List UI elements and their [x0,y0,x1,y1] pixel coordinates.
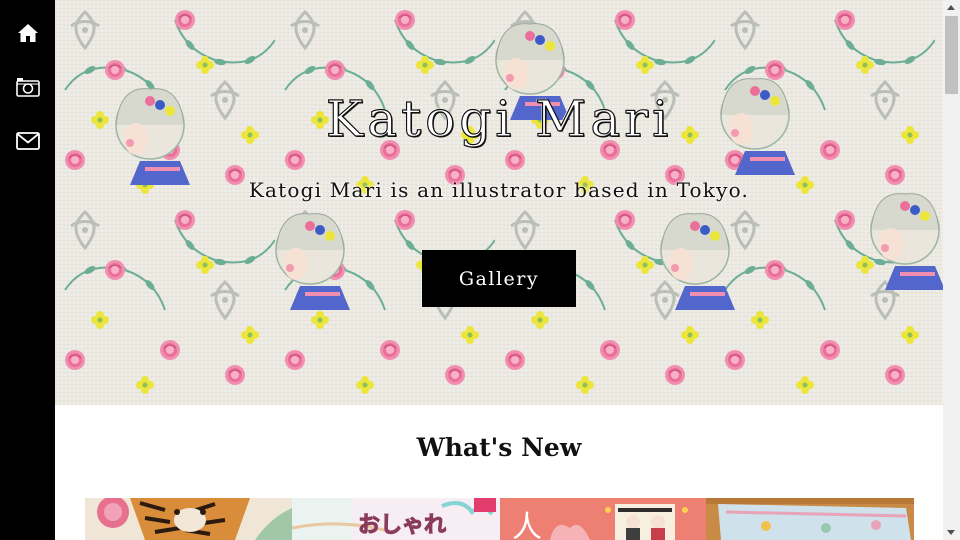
book-title-text: おしゃれ [357,513,447,539]
gallery-button[interactable]: Gallery [422,250,576,307]
news-thumb-fabric[interactable] [706,498,914,540]
fabric-image [706,498,914,540]
scroll-down-arrow-icon[interactable] [947,530,955,535]
scroll-thumb[interactable] [945,16,958,94]
site-title: Katogi Mari [325,89,673,148]
whats-new-heading: What's New [416,433,582,462]
nav-home-button[interactable] [0,6,55,60]
envelope-icon [15,132,40,150]
nav-gallery-button[interactable] [0,60,55,114]
news-thumb-tiger[interactable] [85,498,292,540]
sidebar-nav [0,0,55,540]
home-icon [17,24,38,42]
page-scrollbar[interactable] [943,0,960,540]
news-thumb-book[interactable]: おしゃれ [292,498,500,540]
tiger-image [85,498,292,540]
news-thumbnails: おしゃれ 人 [85,498,914,540]
floral-pattern-background [55,0,943,405]
camera-icon [15,78,40,97]
nav-contact-button[interactable] [0,114,55,168]
site-tagline: Katogi Mari is an illustrator based in T… [248,178,750,202]
hero-banner: Katogi Mari Katogi Mari is an illustrato… [55,0,943,405]
main-content: Katogi Mari Katogi Mari is an illustrato… [55,0,943,540]
scroll-up-arrow-icon[interactable] [947,5,955,10]
hina-title-text: 人 [512,510,542,540]
news-thumb-hina[interactable]: 人 [500,498,706,540]
